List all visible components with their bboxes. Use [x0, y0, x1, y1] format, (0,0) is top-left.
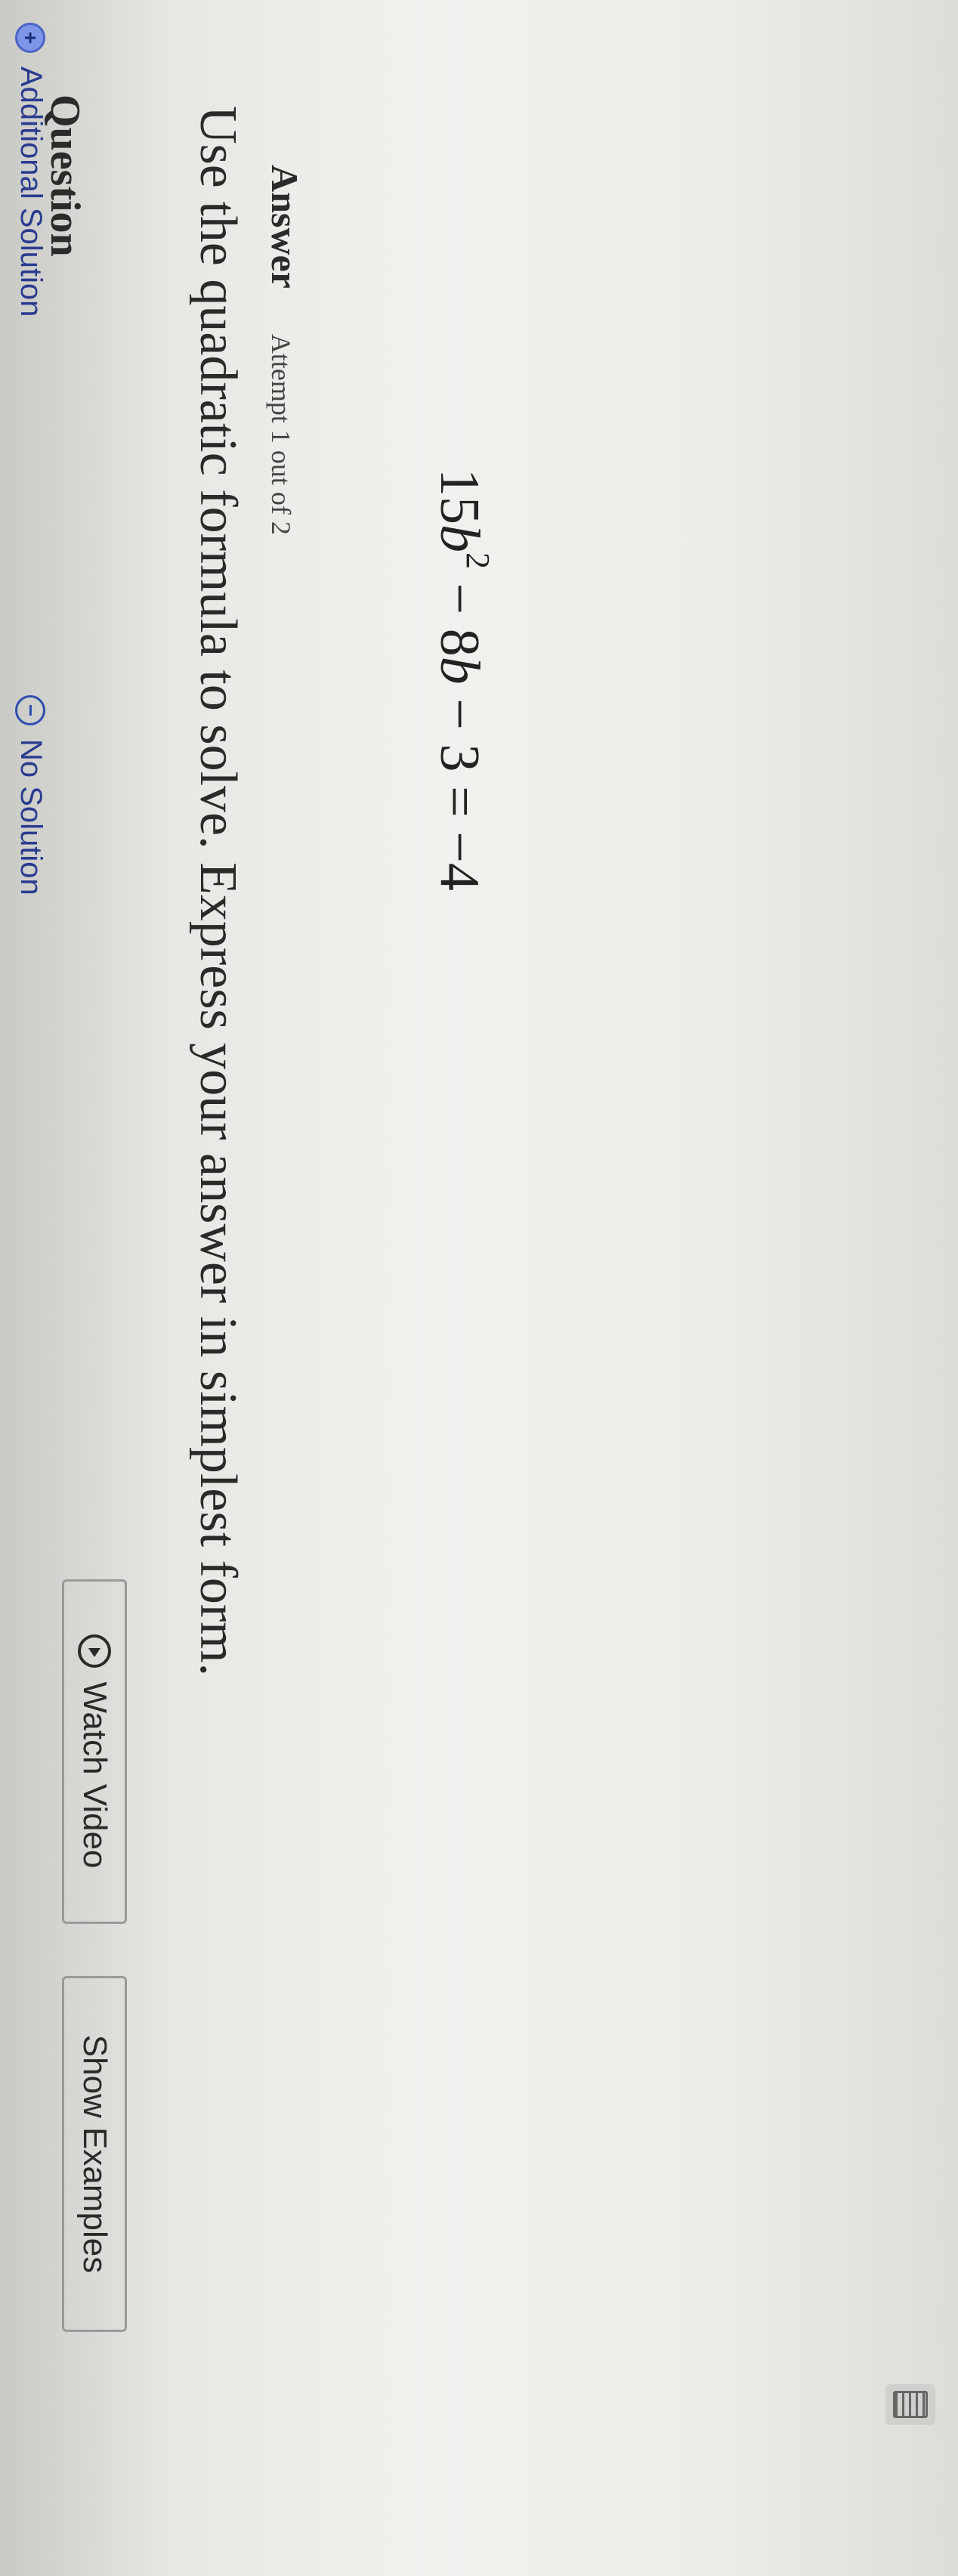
answer-label: Answer — [264, 165, 306, 289]
question-prompt: Use the quadratic formula to solve. Expr… — [189, 106, 247, 1677]
equation-rest: − 3 = −4 — [428, 684, 490, 891]
watch-video-button[interactable]: Watch Video — [62, 1579, 127, 1924]
show-examples-label: Show Examples — [76, 2034, 113, 2274]
question-page: Question Use the quadratic formula to so… — [0, 0, 958, 2576]
no-solution-button[interactable]: − No Solution — [14, 695, 48, 895]
additional-solution-button[interactable]: + Additional Solution — [14, 23, 48, 317]
equation-exponent: 2 — [459, 552, 496, 569]
watch-video-label: Watch Video — [76, 1681, 113, 1869]
minus-circle-icon: − — [15, 695, 46, 725]
question-heading: Question — [42, 94, 88, 257]
equation-variable: b — [428, 524, 490, 552]
screenshot-stage: Question Use the quadratic formula to so… — [0, 0, 958, 2576]
play-circle-icon — [78, 1634, 111, 1668]
equation: 15b2 − 8b − 3 = −4 — [427, 469, 497, 891]
plus-circle-icon: + — [15, 23, 46, 53]
equation-coefficient: 15 — [428, 469, 490, 524]
equation-middle-term: − 8 — [428, 569, 490, 657]
no-solution-label: No Solution — [14, 739, 48, 895]
show-examples-button[interactable]: Show Examples — [62, 1976, 127, 2332]
attempt-counter: Attempt 1 out of 2 — [266, 333, 296, 535]
additional-solution-label: Additional Solution — [14, 66, 48, 317]
answer-row: Answer Attempt 1 out of 2 — [263, 165, 307, 535]
keyboard-toggle-button[interactable] — [885, 2384, 935, 2425]
equation-variable-2: b — [428, 656, 490, 685]
keyboard-icon — [893, 2391, 928, 2418]
